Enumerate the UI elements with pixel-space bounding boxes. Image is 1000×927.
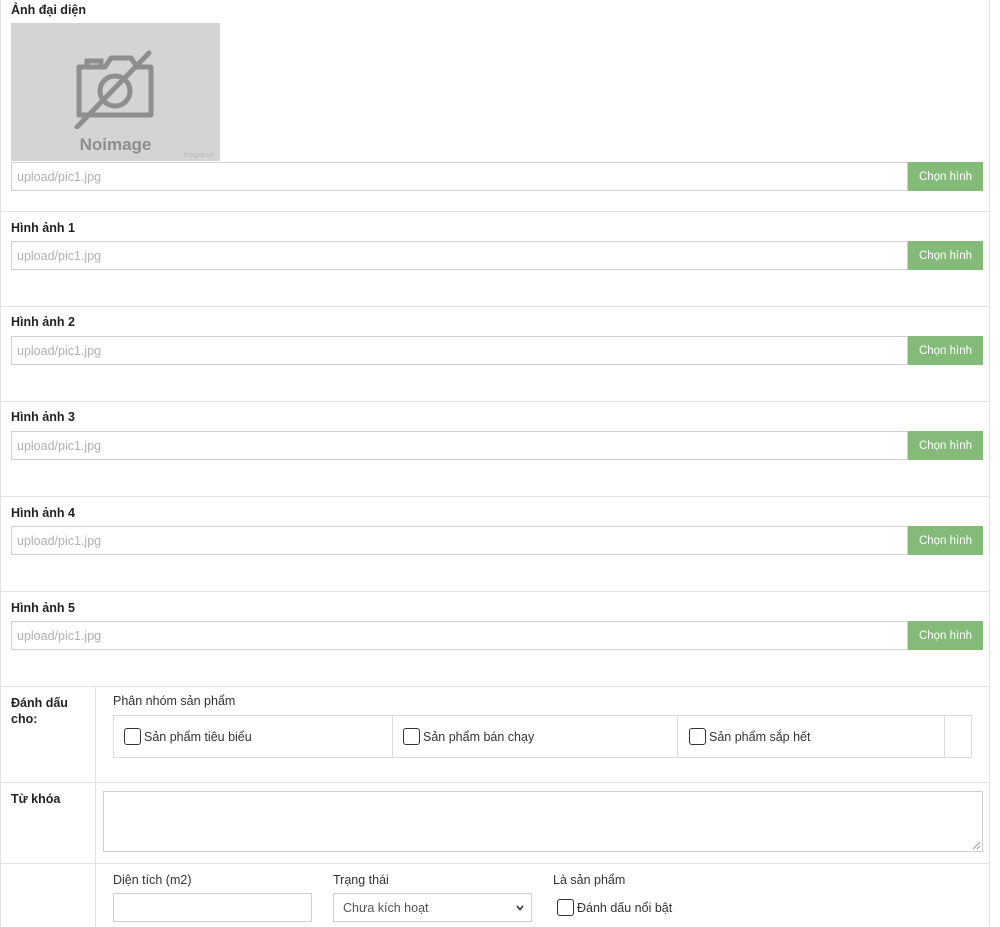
checkbox[interactable]	[689, 728, 706, 745]
status-label: Trạng thái	[333, 873, 389, 887]
featured-label: Đánh dấu nổi bật	[577, 900, 673, 915]
area-input[interactable]	[113, 893, 312, 922]
keywords-label: Từ khóa	[11, 792, 61, 806]
product-group-title: Phân nhóm sản phẩm	[113, 694, 236, 708]
avatar-path-input[interactable]	[11, 162, 908, 191]
image-5-path-input[interactable]	[11, 621, 908, 650]
option-featured-product[interactable]: Sản phẩm tiêu biểu	[124, 716, 252, 757]
featured-option[interactable]: Đánh dấu nổi bật	[557, 899, 672, 916]
image-5-choose-button[interactable]: Chọn hình	[908, 621, 983, 650]
option-almost-sold-out[interactable]: Sản phẩm sắp hết	[689, 716, 810, 757]
status-selected-value: Chưa kích hoạt	[343, 900, 429, 915]
checkbox[interactable]	[124, 728, 141, 745]
avatar-preview[interactable]: Noimage thegioi.vn	[11, 23, 220, 161]
cell-divider	[392, 716, 393, 757]
image-1-choose-button[interactable]: Chọn hình	[908, 241, 983, 270]
divider	[0, 211, 990, 212]
checkbox[interactable]	[403, 728, 420, 745]
divider	[0, 496, 990, 497]
image-3-path-input[interactable]	[11, 431, 908, 460]
image-5-label: Hình ảnh 5	[11, 601, 75, 615]
avatar-label: Ảnh đại diện	[11, 3, 86, 17]
keywords-textarea[interactable]	[103, 791, 983, 852]
image-4-label: Hình ảnh 4	[11, 506, 75, 520]
option-label: Sản phẩm sắp hết	[709, 729, 811, 744]
product-type-label: Là sản phẩm	[553, 873, 626, 887]
option-label: Sản phẩm tiêu biểu	[144, 729, 252, 744]
option-label: Sản phẩm bán chạy	[423, 729, 535, 744]
chevron-down-icon	[516, 905, 524, 911]
divider	[0, 686, 990, 687]
no-camera-icon	[74, 50, 154, 129]
checkbox[interactable]	[557, 899, 574, 916]
image-4-path-input[interactable]	[11, 526, 908, 555]
option-best-seller[interactable]: Sản phẩm bán chạy	[403, 716, 534, 757]
status-select[interactable]: Chưa kích hoạt	[333, 893, 532, 922]
image-3-choose-button[interactable]: Chọn hình	[908, 431, 983, 460]
column-divider	[95, 687, 96, 927]
product-group-box: Sản phẩm tiêu biểu Sản phẩm bán chạy Sản…	[113, 715, 972, 758]
avatar-choose-button[interactable]: Chọn hình	[908, 162, 983, 191]
image-1-label: Hình ảnh 1	[11, 221, 75, 235]
divider	[0, 306, 990, 307]
divider	[0, 591, 990, 592]
divider	[0, 401, 990, 402]
resize-grip-icon[interactable]	[972, 841, 981, 850]
watermark-text: thegioi.vn	[184, 152, 214, 159]
divider	[0, 782, 990, 783]
image-3-label: Hình ảnh 3	[11, 410, 75, 424]
image-2-label: Hình ảnh 2	[11, 315, 75, 329]
area-label: Diện tích (m2)	[113, 873, 192, 887]
image-4-choose-button[interactable]: Chọn hình	[908, 526, 983, 555]
mark-label: Đánh dấu cho:	[11, 696, 68, 726]
divider	[0, 863, 990, 864]
image-1-path-input[interactable]	[11, 241, 908, 270]
cell-divider	[944, 716, 945, 757]
cell-divider	[677, 716, 678, 757]
image-2-path-input[interactable]	[11, 336, 908, 365]
image-2-choose-button[interactable]: Chọn hình	[908, 336, 983, 365]
